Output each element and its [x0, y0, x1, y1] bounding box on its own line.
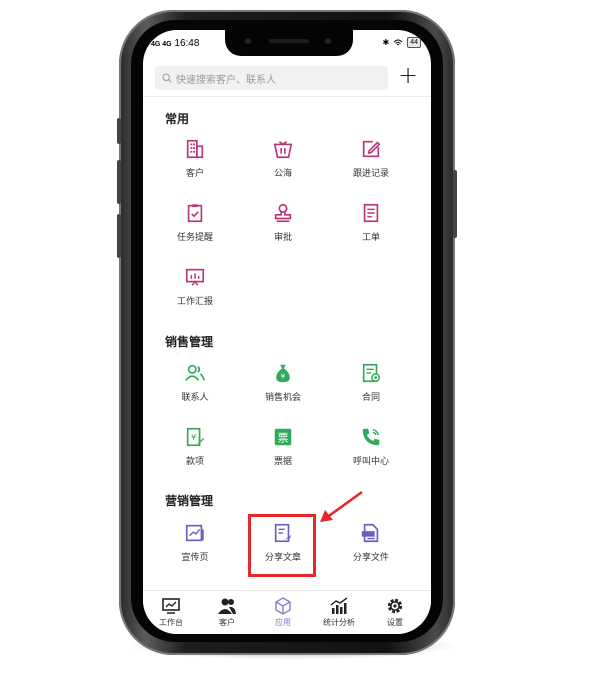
- volume-down-button: [117, 214, 121, 258]
- section-title-sales: 销售管理: [165, 335, 214, 349]
- app-flyer[interactable]: 宣传页: [155, 522, 235, 563]
- app-label: 合同: [361, 393, 380, 403]
- bottom-tab-bar: 工作台 客户 应用 统计分析 设置: [143, 590, 431, 634]
- app-contract[interactable]: 合同: [331, 362, 411, 403]
- notch: [225, 30, 353, 56]
- app-task-reminder[interactable]: 任务提醒: [155, 202, 235, 243]
- tab-settings[interactable]: 设置: [367, 597, 423, 628]
- app-payment[interactable]: ¥ 款项: [155, 426, 235, 467]
- section-title-common: 常用: [165, 112, 190, 126]
- search-icon: [162, 73, 172, 83]
- app-label: 宣传页: [181, 553, 209, 563]
- tab-label: 设置: [387, 618, 403, 627]
- tab-label: 统计分析: [323, 618, 355, 627]
- sea-basket-icon: [273, 141, 293, 159]
- stamp-icon: [274, 203, 292, 223]
- app-label: 客户: [185, 169, 204, 179]
- app-label: 销售机会: [264, 393, 301, 403]
- tab-workbench[interactable]: 工作台: [143, 597, 199, 628]
- volume-up-button: [117, 160, 121, 204]
- app-label: 工作汇报: [176, 297, 213, 307]
- header-divider: [143, 96, 431, 97]
- app-customer[interactable]: 客户: [155, 138, 235, 179]
- tab-label: 客户: [219, 618, 235, 627]
- svg-text:票: 票: [278, 432, 289, 445]
- app-label: 分享文件: [352, 553, 389, 563]
- contacts-icon: [185, 364, 205, 381]
- tab-label: 应用: [275, 618, 291, 627]
- svg-text:¥: ¥: [281, 372, 286, 381]
- phone-screen: 4G 4G 16:48 ✱ 44 快速搜索客户、联系人 + 常用 客户 公海 跟…: [143, 30, 431, 634]
- signal-indicator: 4G 4G: [151, 41, 172, 48]
- app-public-sea[interactable]: 公海: [243, 138, 323, 179]
- app-work-report[interactable]: 工作汇报: [155, 266, 235, 307]
- app-sales-opportunity[interactable]: ¥ 销售机会: [243, 362, 323, 403]
- wifi-icon: [393, 39, 403, 45]
- app-label: 联系人: [181, 393, 209, 403]
- app-label: 工单: [361, 233, 380, 243]
- mute-button: [117, 118, 121, 144]
- app-label: 公海: [273, 169, 292, 179]
- phone-call-icon: [362, 428, 380, 446]
- building-icon: [186, 139, 204, 159]
- money-bag-icon: ¥: [276, 364, 290, 383]
- search-input[interactable]: 快速搜索客户、联系人: [155, 66, 388, 90]
- customers-icon: [218, 598, 236, 614]
- speaker-grille: [269, 39, 309, 43]
- report-board-icon: [185, 268, 205, 286]
- tab-label: 工作台: [159, 618, 183, 627]
- power-button: [453, 170, 457, 238]
- app-approval[interactable]: 审批: [243, 202, 323, 243]
- contract-icon: [362, 363, 380, 383]
- payment-icon: ¥: [186, 427, 205, 447]
- invoice-icon: 票: [274, 428, 292, 446]
- bluetooth-icon: ✱: [382, 38, 390, 47]
- pointer-arrow-icon: [320, 490, 363, 522]
- app-contacts[interactable]: 联系人: [155, 362, 235, 403]
- add-button[interactable]: +: [396, 63, 420, 88]
- app-share-file[interactable]: 分享文件: [331, 522, 411, 563]
- app-label: 款项: [185, 457, 204, 467]
- share-file-icon: [361, 523, 379, 543]
- workbench-icon: [162, 598, 180, 614]
- edit-record-icon: [362, 140, 381, 158]
- tab-apps[interactable]: 应用: [255, 597, 311, 628]
- status-time: 16:48: [174, 38, 200, 49]
- section-title-marketing: 营销管理: [165, 494, 214, 508]
- status-bar-right: ✱ 44: [382, 37, 421, 48]
- battery-icon: 44: [407, 37, 421, 48]
- tab-customers[interactable]: 客户: [199, 597, 255, 628]
- status-bar-left: 4G 4G 16:48: [151, 38, 199, 49]
- tab-statistics[interactable]: 统计分析: [311, 597, 367, 628]
- search-placeholder: 快速搜索客户、联系人: [176, 74, 276, 86]
- stats-chart-icon: [330, 597, 348, 614]
- work-order-icon: [363, 203, 379, 223]
- highlight-box: [248, 514, 316, 577]
- camera-icon: [245, 38, 251, 44]
- app-label: 审批: [273, 233, 292, 243]
- svg-text:¥: ¥: [191, 432, 196, 442]
- app-label: 呼叫中心: [352, 457, 389, 467]
- apps-cube-icon: [275, 597, 291, 615]
- app-label: 任务提醒: [176, 233, 213, 243]
- sensor-icon: [325, 38, 331, 44]
- app-label: 票据: [273, 457, 292, 467]
- app-call-center[interactable]: 呼叫中心: [331, 426, 411, 467]
- app-label: 跟进记录: [352, 169, 389, 179]
- flyer-icon: [185, 524, 204, 542]
- task-clipboard-icon: [187, 204, 203, 223]
- app-follow-up[interactable]: 跟进记录: [331, 138, 411, 179]
- app-invoice[interactable]: 票 票据: [243, 426, 323, 467]
- app-work-order[interactable]: 工单: [331, 202, 411, 243]
- settings-gear-icon: [387, 598, 403, 614]
